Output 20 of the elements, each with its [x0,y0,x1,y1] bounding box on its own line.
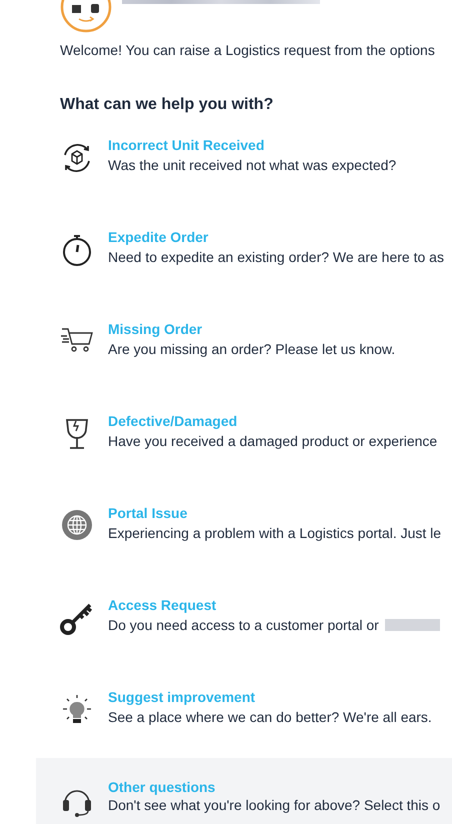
request-option[interactable]: Incorrect Unit Received Was the unit received not what was expected? [36,137,452,229]
request-option[interactable]: Access Request Do you need access to a customer portal or [36,597,452,689]
request-option[interactable]: Expedite Order Need to expedite an existing order? We are here to as [36,229,452,321]
request-option[interactable]: Portal Issue Experiencing a problem with a Logistics portal. Just le [36,505,452,597]
request-option[interactable]: Missing Order Are you missing an order? Please let us know. [36,321,452,413]
option-description: Experiencing a problem with a Logistics portal. Just le [108,525,442,541]
stopwatch-icon [61,233,93,267]
option-description: Don't see what you're looking for above? Select this o [108,797,440,813]
key-icon [60,601,94,635]
request-option[interactable]: Other questions Don't see what you're looking for above? Select this o [36,758,452,824]
option-description: Do you need access to a customer portal or [108,617,379,633]
option-description: Was the unit received not what was expected? [108,157,396,173]
welcome-text: Welcome! You can raise a Logistics request from the options [60,42,436,58]
section-heading: What can we help you with? [60,96,274,114]
request-option[interactable]: Defective/Damaged Have you received a damaged product or experience [36,413,452,505]
option-description: See a place where we can do better? We're all ears. [108,709,432,725]
globe-icon [61,509,93,541]
option-description: Have you received a damaged product or experience [108,433,438,449]
option-description: Need to expedite an existing order? We are here to as [108,249,444,265]
option-description: Are you missing an order? Please let us know. [108,341,396,357]
